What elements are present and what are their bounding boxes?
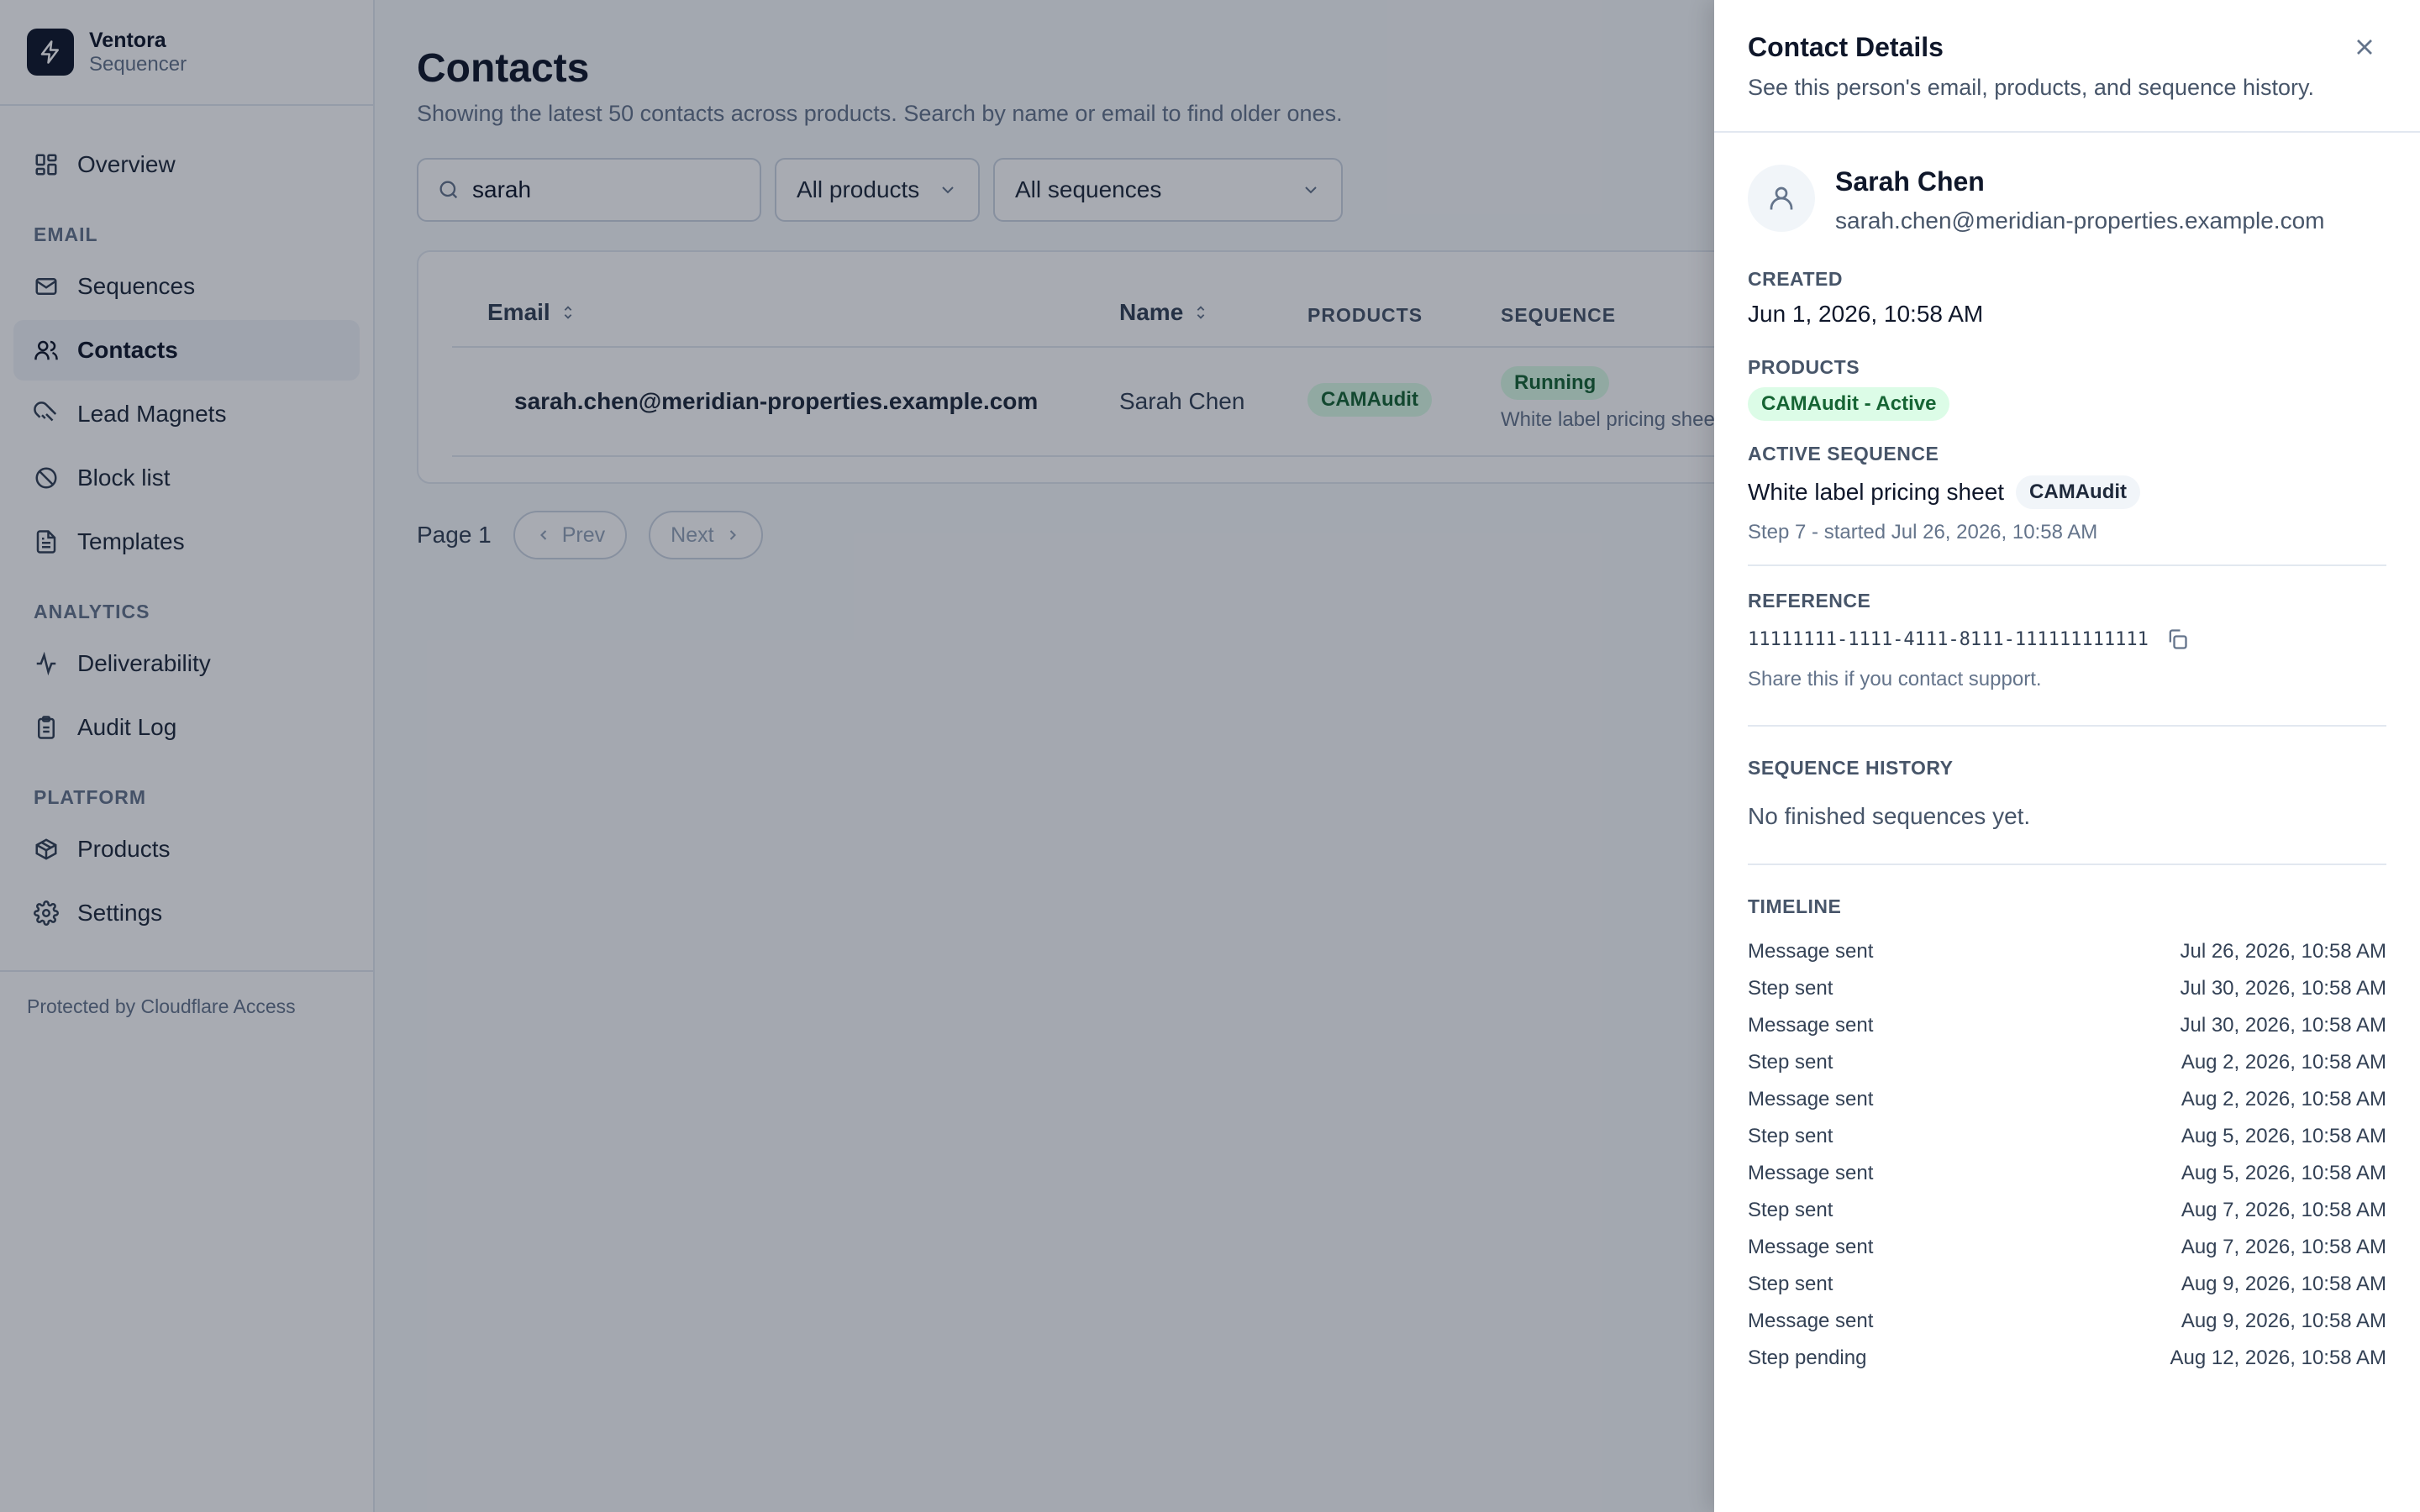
timeline-event: Step sent — [1748, 1125, 1833, 1147]
timeline-item: Message sent Aug 9, 2026, 10:58 AM — [1748, 1303, 2386, 1340]
created-value: Jun 1, 2026, 10:58 AM — [1748, 301, 1984, 327]
timeline-date: Aug 5, 2026, 10:58 AM — [2181, 1162, 2386, 1184]
reference-value[interactable]: 11111111-1111-4111-8111-111111111111 — [1748, 629, 2149, 650]
drawer-subtitle: See this person's email, products, and s… — [1748, 75, 2315, 100]
timeline-date: Jul 30, 2026, 10:58 AM — [2180, 1014, 2386, 1037]
timeline-date: Aug 2, 2026, 10:58 AM — [2181, 1051, 2386, 1074]
active-sequence-name: White label pricing sheet — [1748, 479, 2005, 505]
drawer-header: Contact Details See this person's email,… — [1714, 0, 2420, 133]
timeline-item: Step sent Jul 30, 2026, 10:58 AM — [1748, 970, 2386, 1007]
timeline-date: Aug 2, 2026, 10:58 AM — [2181, 1088, 2386, 1110]
active-sequence-product-badge: CAMAudit — [2016, 475, 2141, 509]
contact-name: Sarah Chen — [1835, 166, 1985, 197]
sequence-history-label: SEQUENCE HISTORY — [1748, 757, 1954, 779]
timeline-item: Message sent Aug 5, 2026, 10:58 AM — [1748, 1155, 2386, 1192]
timeline-item: Message sent Jul 30, 2026, 10:58 AM — [1748, 1007, 2386, 1044]
timeline-date: Jul 30, 2026, 10:58 AM — [2180, 977, 2386, 1000]
timeline-item: Message sent Jul 26, 2026, 10:58 AM — [1748, 933, 2386, 970]
timeline-item: Message sent Aug 2, 2026, 10:58 AM — [1748, 1081, 2386, 1118]
drawer-title: Contact Details — [1748, 32, 1944, 62]
products-label: PRODUCTS — [1748, 356, 1860, 378]
timeline-item: Message sent Aug 7, 2026, 10:58 AM — [1748, 1229, 2386, 1266]
section-divider — [1748, 864, 2386, 865]
timeline-event: Step sent — [1748, 1273, 1833, 1295]
contact-identity: Sarah Chen sarah.chen@meridian-propertie… — [1748, 161, 2386, 234]
sequence-history-empty: No finished sequences yet. — [1748, 803, 2031, 829]
timeline-event: Step sent — [1748, 1199, 1833, 1221]
copy-icon[interactable] — [2165, 627, 2189, 651]
avatar — [1748, 165, 1815, 232]
user-icon — [1770, 186, 1793, 210]
contact-email: sarah.chen@meridian-properties.example.c… — [1835, 207, 2325, 234]
timeline-list: Message sent Jul 26, 2026, 10:58 AM Step … — [1748, 933, 2386, 1377]
timeline-event: Message sent — [1748, 1236, 1874, 1258]
timeline-event: Step sent — [1748, 977, 1833, 1000]
timeline-event: Message sent — [1748, 940, 1874, 963]
product-status-badge: CAMAudit - Active — [1748, 387, 1950, 421]
timeline-item: Step pending Aug 12, 2026, 10:58 AM — [1748, 1340, 2386, 1377]
timeline-date: Aug 12, 2026, 10:58 AM — [2170, 1347, 2386, 1369]
timeline-event: Message sent — [1748, 1310, 1874, 1332]
timeline-date: Aug 9, 2026, 10:58 AM — [2181, 1273, 2386, 1295]
timeline-item: Step sent Aug 2, 2026, 10:58 AM — [1748, 1044, 2386, 1081]
timeline-date: Aug 7, 2026, 10:58 AM — [2181, 1199, 2386, 1221]
reference-help: Share this if you contact support. — [1748, 668, 2042, 690]
reference-label: REFERENCE — [1748, 590, 1871, 612]
timeline-date: Aug 9, 2026, 10:58 AM — [2181, 1310, 2386, 1332]
timeline-label: TIMELINE — [1748, 895, 1842, 917]
active-sequence-step: Step 7 - started Jul 26, 2026, 10:58 AM — [1748, 521, 2098, 543]
timeline-item: Step sent Aug 5, 2026, 10:58 AM — [1748, 1118, 2386, 1155]
close-icon[interactable] — [2351, 34, 2378, 60]
timeline-event: Step pending — [1748, 1347, 1867, 1369]
timeline-item: Step sent Aug 7, 2026, 10:58 AM — [1748, 1192, 2386, 1229]
timeline-event: Message sent — [1748, 1162, 1874, 1184]
timeline-event: Step sent — [1748, 1051, 1833, 1074]
created-label: CREATED — [1748, 268, 1843, 290]
contact-details-drawer: Contact Details See this person's email,… — [1714, 0, 2420, 1512]
timeline-date: Jul 26, 2026, 10:58 AM — [2180, 940, 2386, 963]
timeline-event: Message sent — [1748, 1088, 1874, 1110]
timeline-date: Aug 7, 2026, 10:58 AM — [2181, 1236, 2386, 1258]
section-divider — [1748, 564, 2386, 566]
modal-backdrop[interactable] — [0, 0, 1714, 1512]
active-sequence-label: ACTIVE SEQUENCE — [1748, 443, 1939, 465]
timeline-item: Step sent Aug 9, 2026, 10:58 AM — [1748, 1266, 2386, 1303]
drawer-body: Sarah Chen sarah.chen@meridian-propertie… — [1714, 133, 2420, 1377]
timeline-event: Message sent — [1748, 1014, 1874, 1037]
section-divider — [1748, 725, 2386, 727]
timeline-date: Aug 5, 2026, 10:58 AM — [2181, 1125, 2386, 1147]
